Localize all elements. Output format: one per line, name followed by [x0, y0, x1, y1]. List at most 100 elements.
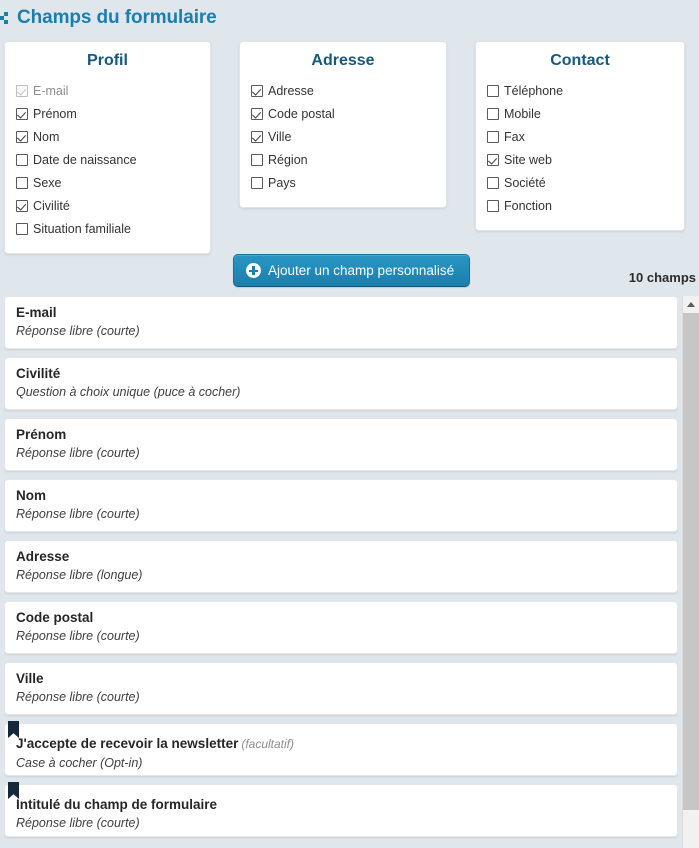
field-count-label: 10 champs: [628, 270, 696, 285]
field-row[interactable]: Code postal Réponse libre (courte): [4, 601, 678, 654]
checkbox-label: Fax: [504, 129, 525, 144]
checkbox-label: Pays: [268, 175, 296, 190]
checkbox-checked-icon[interactable]: [251, 130, 263, 143]
panel-title: Adresse: [311, 52, 375, 69]
field-title-text: Adresse: [16, 549, 70, 564]
form-fields-list[interactable]: E-mail Réponse libre (courte) Civilité Ques…: [4, 296, 678, 848]
checkbox-row[interactable]: Ville: [251, 125, 446, 148]
field-row[interactable]: Nom Réponse libre (courte): [4, 479, 678, 532]
checkbox-checked-icon[interactable]: [16, 130, 28, 143]
field-title-text: Code postal: [16, 610, 94, 625]
bookmark-icon: [8, 721, 19, 738]
checkbox-label: Téléphone: [504, 83, 564, 98]
checkbox-row[interactable]: Fax: [487, 125, 684, 148]
checkbox-row[interactable]: Prénom: [16, 102, 210, 125]
checkbox-row[interactable]: Civilité: [16, 194, 210, 217]
checkbox-unchecked-icon[interactable]: [487, 176, 499, 189]
checkbox-checked-icon[interactable]: [16, 199, 28, 212]
field-row[interactable]: Ville Réponse libre (courte): [4, 662, 678, 715]
checkbox-checked-icon[interactable]: [251, 107, 263, 120]
field-title-text: J'accepte de recevoir la newsletter: [16, 736, 239, 751]
page-header: Champs du formulaire: [0, 0, 699, 36]
field-type-label: Question à choix unique (puce à cocher): [16, 385, 241, 399]
panel-contact: Contact Téléphone Mobile Fax Site web Société…: [475, 41, 685, 231]
panel-adresse: Adresse Adresse Code postal Ville Région Pays: [239, 41, 447, 208]
bookmark-icon: [8, 782, 19, 799]
checkbox-unchecked-icon[interactable]: [251, 153, 263, 166]
page-title: Champs du formulaire: [17, 7, 217, 28]
field-title: E-mail: [16, 304, 667, 321]
checkbox-row[interactable]: Mobile: [487, 102, 684, 125]
panel-option-list: E-mail Prénom Nom Date de naissance Sexe Civi…: [5, 79, 210, 240]
checkbox-label: Code postal: [268, 106, 335, 121]
checkbox-row[interactable]: Pays: [251, 171, 446, 194]
field-type-label: Réponse libre (longue): [16, 568, 143, 582]
field-title-text: Prénom: [16, 427, 67, 442]
checkbox-label: Ville: [268, 129, 292, 144]
checkbox-unchecked-icon[interactable]: [487, 84, 499, 97]
field-type-label: Réponse libre (courte): [16, 507, 140, 521]
field-row[interactable]: Adresse Réponse libre (longue): [4, 540, 678, 593]
checkbox-row[interactable]: Situation familiale: [16, 217, 210, 240]
field-row[interactable]: J'accepte de recevoir la newsletter (facu…: [4, 721, 678, 776]
checkbox-label: Adresse: [268, 83, 314, 98]
field-title-text: Intitulé du champ de formulaire: [16, 797, 218, 812]
field-title: Adresse: [16, 548, 667, 565]
checkbox-checked-icon[interactable]: [16, 107, 28, 120]
field-type-label: Réponse libre (courte): [16, 690, 140, 704]
field-title-text: Nom: [16, 488, 46, 503]
checkbox-checked-icon[interactable]: [487, 153, 499, 166]
checkbox-row[interactable]: Adresse: [251, 79, 446, 102]
scrollbar-thumb[interactable]: [683, 313, 699, 810]
checkbox-row[interactable]: Site web: [487, 148, 684, 171]
checkbox-label: Région: [268, 152, 308, 167]
field-title: Code postal: [16, 609, 667, 626]
checkbox-row[interactable]: Code postal: [251, 102, 446, 125]
field-row[interactable]: Intitulé du champ de formulaire Réponse l…: [4, 782, 678, 837]
checkbox-checked-icon: [16, 84, 28, 97]
checkbox-unchecked-icon[interactable]: [487, 199, 499, 212]
field-type-label: Réponse libre (courte): [16, 446, 140, 460]
field-title: Ville: [16, 670, 667, 687]
checkbox-row[interactable]: Région: [251, 148, 446, 171]
field-title: Prénom: [16, 426, 667, 443]
checkbox-checked-icon[interactable]: [251, 84, 263, 97]
field-category-panels: Profil E-mail Prénom Nom Date de naissance Se…: [4, 41, 695, 256]
checkbox-row[interactable]: Société: [487, 171, 684, 194]
field-type-label: Réponse libre (courte): [16, 629, 140, 643]
checkbox-row[interactable]: Date de naissance: [16, 148, 210, 171]
field-type-label: Case à cocher (Opt-in): [16, 756, 143, 770]
panel-title: Profil: [87, 52, 128, 69]
panel-title: Contact: [550, 52, 610, 69]
field-row[interactable]: Civilité Question à choix unique (puce à …: [4, 357, 678, 410]
checkbox-label: Fonction: [504, 198, 552, 213]
checkbox-label: E-mail: [33, 83, 69, 98]
field-title: Nom: [16, 487, 667, 504]
field-optional-note: (facultatif): [241, 737, 295, 751]
checkbox-row[interactable]: Téléphone: [487, 79, 684, 102]
checkbox-label: Société: [504, 175, 546, 190]
checkbox-unchecked-icon[interactable]: [16, 176, 28, 189]
checkbox-row[interactable]: Nom: [16, 125, 210, 148]
checkbox-unchecked-icon[interactable]: [16, 153, 28, 166]
checkbox-label: Prénom: [33, 106, 77, 121]
checkbox-unchecked-icon[interactable]: [251, 176, 263, 189]
field-type-label: Réponse libre (courte): [16, 324, 140, 338]
scroll-up-button[interactable]: [683, 296, 699, 313]
field-title: Intitulé du champ de formulaire: [16, 796, 667, 813]
checkbox-unchecked-icon[interactable]: [16, 222, 28, 235]
panel-option-list: Téléphone Mobile Fax Site web Société Fonctio…: [476, 79, 684, 217]
field-title: Civilité: [16, 365, 667, 382]
checkbox-unchecked-icon[interactable]: [487, 107, 499, 120]
action-bar: Ajouter un champ personnalisé 10 champs: [0, 254, 699, 294]
checkbox-unchecked-icon[interactable]: [487, 130, 499, 143]
field-title-text: E-mail: [16, 305, 57, 320]
checkbox-row[interactable]: Fonction: [487, 194, 684, 217]
fields-list-scrollbar[interactable]: [682, 296, 699, 848]
field-row[interactable]: Prénom Réponse libre (courte): [4, 418, 678, 471]
checkbox-row[interactable]: Sexe: [16, 171, 210, 194]
field-row[interactable]: E-mail Réponse libre (courte): [4, 296, 678, 349]
checkbox-label: Situation familiale: [33, 221, 131, 236]
add-custom-field-button[interactable]: Ajouter un champ personnalisé: [233, 254, 471, 287]
checkbox-label: Mobile: [504, 106, 541, 121]
